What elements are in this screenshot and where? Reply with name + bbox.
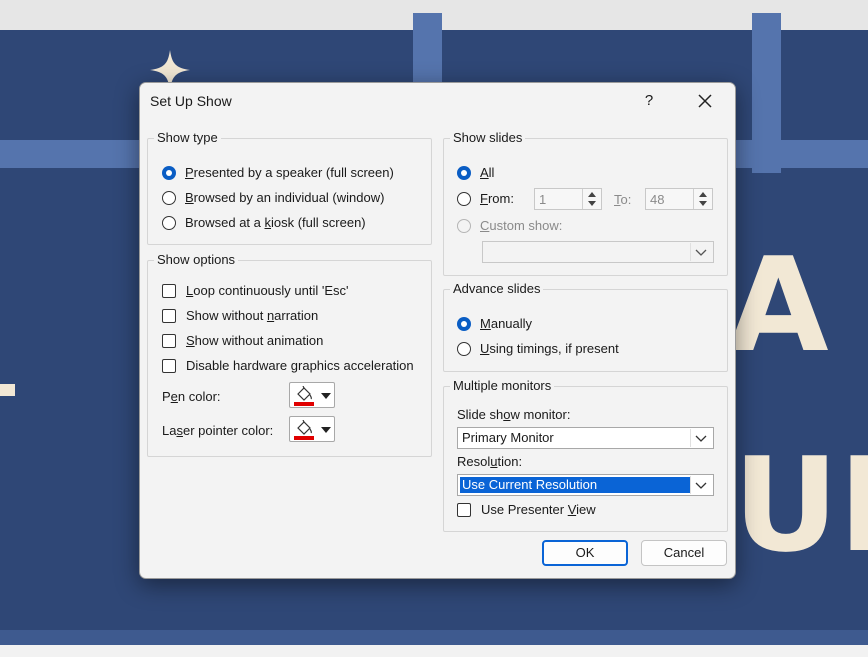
show-options-group: Show options Loop continuously until 'Es… [147, 252, 432, 457]
option-label: Using timings, if present [480, 341, 619, 356]
radio-browsed-at-kiosk[interactable]: Browsed at a kiosk (full screen) [162, 215, 366, 230]
radio-presented-by-speaker[interactable]: Presented by a speaker (full screen) [162, 165, 394, 180]
paint-bucket-icon [297, 386, 313, 401]
help-button[interactable]: ? [636, 89, 662, 113]
option-label: Browsed by an individual (window) [185, 190, 385, 205]
radio-indicator[interactable] [162, 165, 176, 180]
monitor-value: Primary Monitor [462, 430, 554, 445]
option-label: Use Presenter View [481, 502, 596, 517]
chevron-down-icon[interactable] [690, 476, 711, 494]
show-slides-title: Show slides [450, 130, 526, 145]
laser-color-swatch [294, 436, 314, 440]
radio-manually[interactable]: Manually [457, 316, 532, 331]
radio-indicator[interactable] [162, 190, 176, 205]
option-label: All [480, 165, 495, 180]
resolution-dropdown[interactable]: Use Current Resolution [457, 474, 714, 496]
option-label: Show without animation [186, 333, 324, 348]
checkbox-use-presenter-view[interactable]: Use Presenter View [457, 502, 596, 517]
radio-indicator[interactable] [457, 165, 471, 180]
slide-show-monitor-dropdown[interactable]: Primary Monitor [457, 427, 714, 449]
chevron-down-icon [321, 427, 331, 433]
to-slide-spinner[interactable]: 48 [645, 188, 713, 210]
checkbox-loop-continuously[interactable]: Loop continuously until 'Esc' [162, 283, 349, 298]
radio-indicator[interactable] [457, 341, 471, 356]
checkbox-without-animation[interactable]: Show without animation [162, 333, 323, 348]
title-bar: Set Up Show ? [140, 83, 735, 119]
chevron-down-icon [321, 393, 331, 399]
checkbox-box[interactable] [162, 358, 176, 373]
show-type-group: Show type Presented by a speaker (full s… [147, 130, 432, 245]
radio-indicator[interactable] [457, 218, 471, 233]
option-label: Disable hardware graphics acceleration [186, 358, 414, 373]
radio-indicator[interactable] [162, 215, 176, 230]
option-label: Custom show: [480, 218, 563, 233]
slide-show-monitor-label: Slide show monitor: [457, 407, 571, 422]
from-slide-value: 1 [539, 192, 547, 207]
checkbox-box[interactable] [457, 502, 471, 517]
resolution-value: Use Current Resolution [460, 477, 690, 493]
spinner-arrows[interactable] [582, 189, 601, 209]
close-button[interactable] [692, 89, 718, 113]
chevron-up-icon[interactable] [588, 192, 596, 197]
radio-all-slides[interactable]: All [457, 165, 494, 180]
spinner-arrows[interactable] [693, 189, 712, 209]
radio-custom-show[interactable]: Custom show: [457, 218, 562, 233]
radio-from-slide[interactable]: From: [457, 191, 514, 206]
advance-slides-title: Advance slides [450, 281, 544, 296]
option-label: Show without narration [186, 308, 319, 323]
radio-using-timings[interactable]: Using timings, if present [457, 341, 619, 356]
advance-slides-group: Advance slides Manually Using timings, i… [443, 281, 728, 372]
radio-browsed-by-individual[interactable]: Browsed by an individual (window) [162, 190, 384, 205]
option-label: Loop continuously until 'Esc' [186, 283, 349, 298]
option-label: Presented by a speaker (full screen) [185, 165, 394, 180]
show-type-title: Show type [154, 130, 221, 145]
slide-band [752, 13, 781, 173]
multiple-monitors-title: Multiple monitors [450, 378, 555, 393]
cancel-button[interactable]: Cancel [641, 540, 727, 566]
custom-show-dropdown[interactable] [482, 241, 714, 263]
to-slide-value: 48 [650, 192, 665, 207]
checkbox-without-narration[interactable]: Show without narration [162, 308, 318, 323]
multiple-monitors-group: Multiple monitors Slide show monitor: Pr… [443, 378, 728, 532]
chevron-down-icon[interactable] [690, 429, 711, 447]
chevron-down-icon[interactable] [690, 243, 711, 261]
checkbox-disable-hw-acceleration[interactable]: Disable hardware graphics acceleration [162, 358, 414, 373]
laser-pointer-color-button[interactable] [289, 416, 335, 442]
paint-bucket-icon [297, 420, 313, 435]
pen-color-button[interactable] [289, 382, 335, 408]
radio-indicator[interactable] [457, 191, 471, 206]
slide-letter-u: UI [733, 429, 868, 581]
option-label: Manually [480, 316, 533, 331]
chevron-down-icon[interactable] [699, 201, 707, 206]
laser-pointer-color-label: Laser pointer color: [162, 423, 274, 438]
option-label: From: [480, 191, 514, 206]
show-slides-group: Show slides All From: 1 To: 48 Custom sh… [443, 130, 728, 276]
set-up-show-dialog: Set Up Show ? Show type Presented by a s… [139, 82, 736, 579]
checkbox-box[interactable] [162, 283, 176, 298]
radio-indicator[interactable] [457, 316, 471, 331]
chevron-up-icon[interactable] [699, 192, 707, 197]
checkbox-box[interactable] [162, 333, 176, 348]
ok-button[interactable]: OK [542, 540, 628, 566]
pen-color-swatch [294, 402, 314, 406]
checkbox-box[interactable] [162, 308, 176, 323]
slide-bottom-strip [0, 645, 868, 657]
from-slide-spinner[interactable]: 1 [534, 188, 602, 210]
resolution-label: Resolution: [457, 454, 523, 469]
slide-letter-a: A [728, 229, 829, 381]
slide-mark [0, 384, 15, 396]
option-label: Browsed at a kiosk (full screen) [185, 215, 366, 230]
chevron-down-icon[interactable] [588, 201, 596, 206]
close-icon [698, 94, 712, 108]
pen-color-label: Pen color: [162, 389, 221, 404]
to-label: To: [614, 192, 632, 207]
dialog-title: Set Up Show [150, 93, 232, 109]
slide-band [0, 630, 868, 645]
show-options-title: Show options [154, 252, 239, 267]
